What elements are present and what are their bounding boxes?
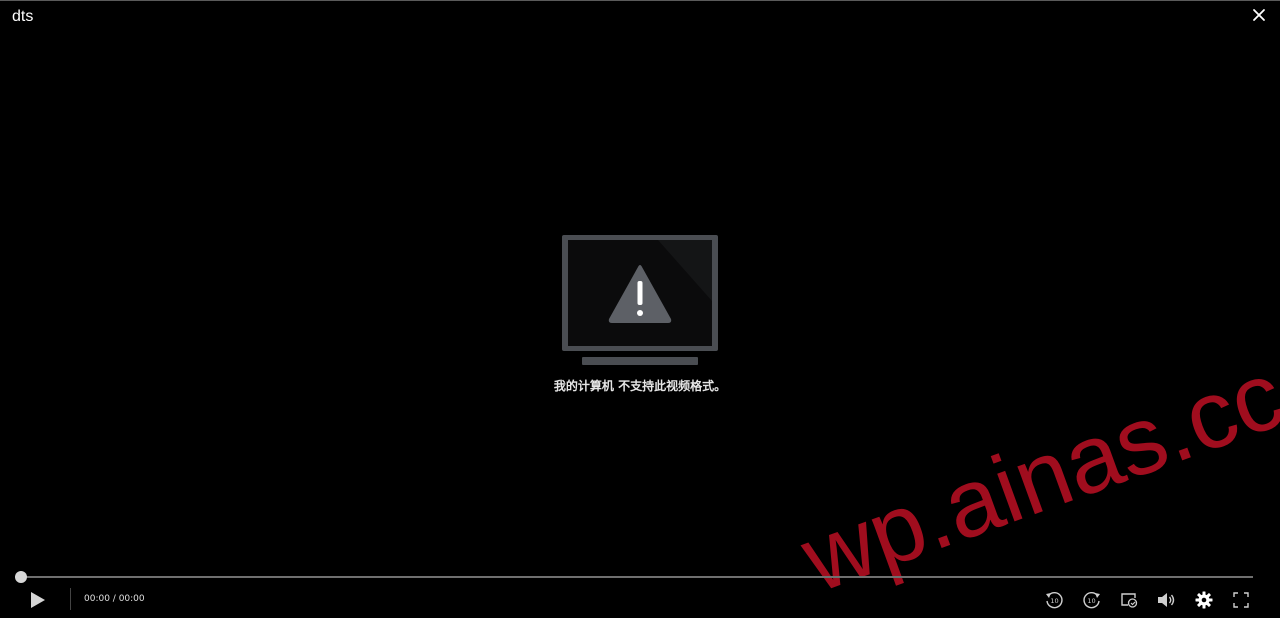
volume-button[interactable] bbox=[1156, 590, 1176, 610]
progress-handle[interactable] bbox=[15, 571, 27, 583]
error-message: 我的计算机 不支持此视频格式。 bbox=[553, 379, 727, 393]
rewind-10-icon: 10 bbox=[1046, 591, 1063, 609]
svg-text:10: 10 bbox=[1050, 597, 1058, 605]
forward-button[interactable]: 10 bbox=[1082, 590, 1102, 610]
forward-10-icon: 10 bbox=[1083, 591, 1100, 609]
fullscreen-icon bbox=[1233, 592, 1249, 608]
gear-icon bbox=[1195, 591, 1213, 609]
loop-icon bbox=[1121, 593, 1138, 608]
progress-bar[interactable] bbox=[21, 576, 1253, 578]
fullscreen-button[interactable] bbox=[1231, 590, 1251, 610]
control-bar: 00:00 / 00:00 10 10 bbox=[0, 568, 1280, 618]
play-icon bbox=[31, 592, 45, 608]
error-panel: 我的计算机 不支持此视频格式。 bbox=[0, 231, 1280, 394]
settings-button[interactable] bbox=[1194, 590, 1214, 610]
loop-button[interactable] bbox=[1119, 590, 1139, 610]
rewind-button[interactable]: 10 bbox=[1044, 590, 1064, 610]
svg-text:10: 10 bbox=[1087, 597, 1095, 605]
time-display: 00:00 / 00:00 bbox=[84, 594, 145, 604]
monitor-warning-icon bbox=[562, 235, 718, 365]
divider bbox=[70, 588, 71, 610]
play-button[interactable] bbox=[27, 590, 47, 610]
close-icon bbox=[1253, 9, 1265, 21]
volume-icon bbox=[1158, 593, 1175, 607]
close-button[interactable] bbox=[1250, 6, 1268, 24]
window-title: dts bbox=[12, 8, 34, 25]
video-player: dts 我的计算机 不支持此视频格式。 wp.ainas.cc 00:00 / … bbox=[0, 0, 1280, 618]
